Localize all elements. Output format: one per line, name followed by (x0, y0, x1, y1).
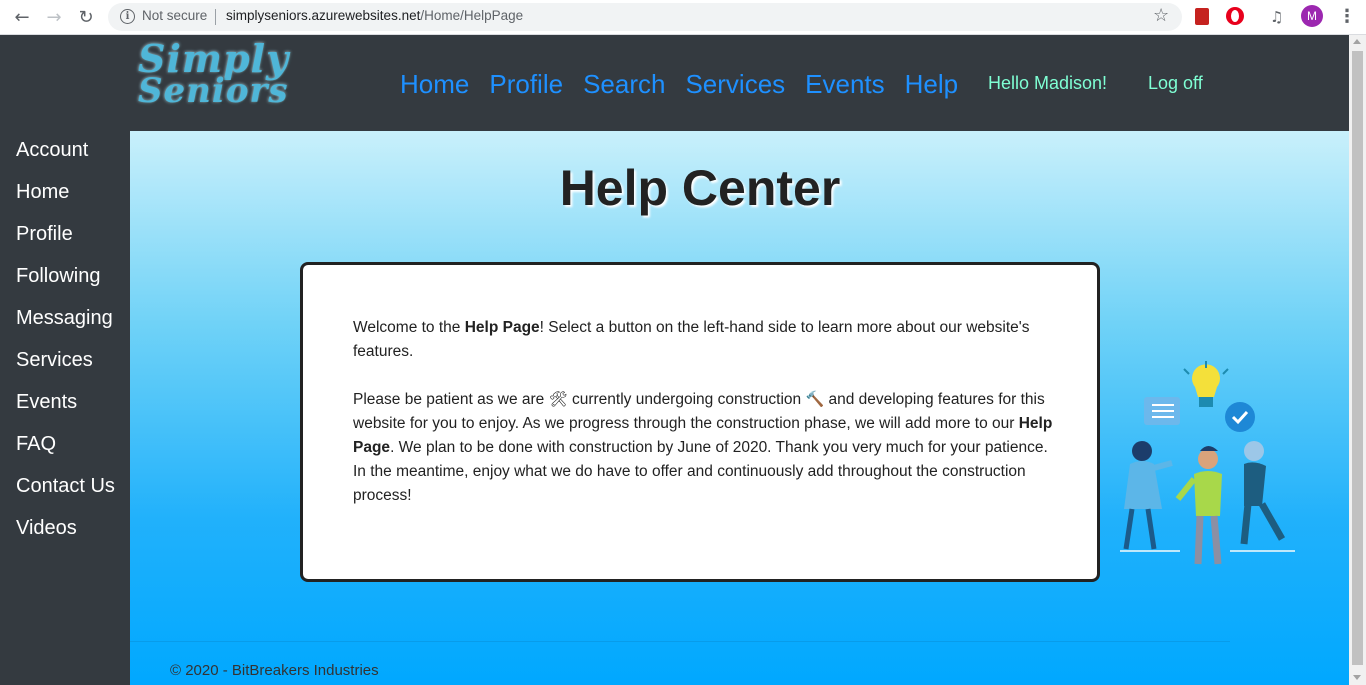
reload-icon[interactable]: ↻ (74, 5, 98, 29)
site-logo[interactable]: Simply Seniors (138, 39, 298, 125)
help-page-bold: Help Page (464, 319, 540, 336)
sidebar-item-profile[interactable]: Profile (16, 223, 73, 246)
hammer-icon: 🔨 (805, 391, 825, 408)
address-bar[interactable]: i Not secure simplyseniors.azurewebsites… (108, 3, 1182, 31)
logo-line2: Seniors (138, 71, 289, 112)
construction-text-a: Please be patient as we are (353, 391, 549, 408)
scroll-up-arrow-icon[interactable] (1353, 39, 1361, 44)
top-navigation: Home Profile Search Services Events Help (400, 69, 958, 100)
nav-home[interactable]: Home (400, 69, 469, 100)
url-path: /Home/HelpPage (420, 8, 524, 23)
sidebar-item-faq[interactable]: FAQ (16, 433, 56, 456)
forward-arrow-icon[interactable]: → (42, 5, 66, 29)
footer-copyright: © 2020 - BitBreakers Industries (170, 662, 379, 679)
welcome-paragraph: Welcome to the Help Page! Select a butto… (353, 316, 1053, 364)
sidebar-item-home[interactable]: Home (16, 181, 69, 204)
extension-opera-icon[interactable] (1226, 7, 1244, 25)
url-host: simplyseniors.azurewebsites.net (226, 8, 421, 23)
page-title: Help Center (559, 160, 841, 216)
url-text[interactable]: simplyseniors.azurewebsites.net/Home/Hel… (226, 8, 523, 23)
construction-text-b: currently undergoing construction (567, 391, 806, 408)
main-content: Help Center Welcome to the Help Page! Se… (130, 131, 1349, 685)
scroll-thumb[interactable] (1352, 51, 1363, 665)
nav-help[interactable]: Help (905, 69, 958, 100)
sidebar-item-messaging[interactable]: Messaging (16, 307, 113, 330)
sidebar-item-contact-us[interactable]: Contact Us (16, 475, 115, 498)
vertical-scrollbar[interactable] (1349, 35, 1366, 685)
nav-events[interactable]: Events (805, 69, 885, 100)
sidebar-item-videos[interactable]: Videos (16, 517, 77, 540)
back-arrow-icon[interactable]: ← (10, 5, 34, 29)
welcome-text-a: Welcome to the (353, 319, 465, 336)
footer-divider (130, 641, 1230, 642)
url-divider (215, 9, 216, 25)
security-label: Not secure (142, 8, 208, 23)
bookmark-star-icon[interactable]: ☆ (1153, 5, 1169, 26)
page: Simply Seniors Home Profile Search Servi… (0, 35, 1366, 685)
info-icon[interactable]: i (120, 9, 135, 24)
scroll-down-arrow-icon[interactable] (1353, 675, 1361, 680)
lightbulb-icon (1192, 364, 1220, 397)
team-illustration (1120, 361, 1295, 565)
extension-book-icon[interactable] (1195, 8, 1209, 25)
sidebar-item-following[interactable]: Following (16, 265, 100, 288)
construction-paragraph: Please be patient as we are 🛠 currently … (353, 388, 1053, 508)
nav-services[interactable]: Services (685, 69, 785, 100)
media-control-icon[interactable]: ♫ (1270, 8, 1288, 26)
sidebar-item-events[interactable]: Events (16, 391, 77, 414)
sidebar-item-services[interactable]: Services (16, 349, 93, 372)
browser-menu-icon[interactable]: ⋮ (1338, 6, 1356, 27)
user-greeting[interactable]: Hello Madison! (988, 73, 1107, 94)
construction-text-d: . We plan to be done with construction b… (353, 439, 1048, 504)
nav-search[interactable]: Search (583, 69, 665, 100)
profile-avatar[interactable]: M (1301, 5, 1323, 27)
logoff-link[interactable]: Log off (1148, 73, 1203, 94)
sidebar-item-account[interactable]: Account (16, 139, 88, 162)
nav-profile[interactable]: Profile (489, 69, 563, 100)
tools-icon: 🛠 (548, 391, 568, 408)
browser-toolbar: ← → ↻ i Not secure simplyseniors.azurewe… (0, 0, 1366, 35)
help-card: Welcome to the Help Page! Select a butto… (300, 262, 1100, 582)
checkmark-icon (1225, 402, 1255, 432)
